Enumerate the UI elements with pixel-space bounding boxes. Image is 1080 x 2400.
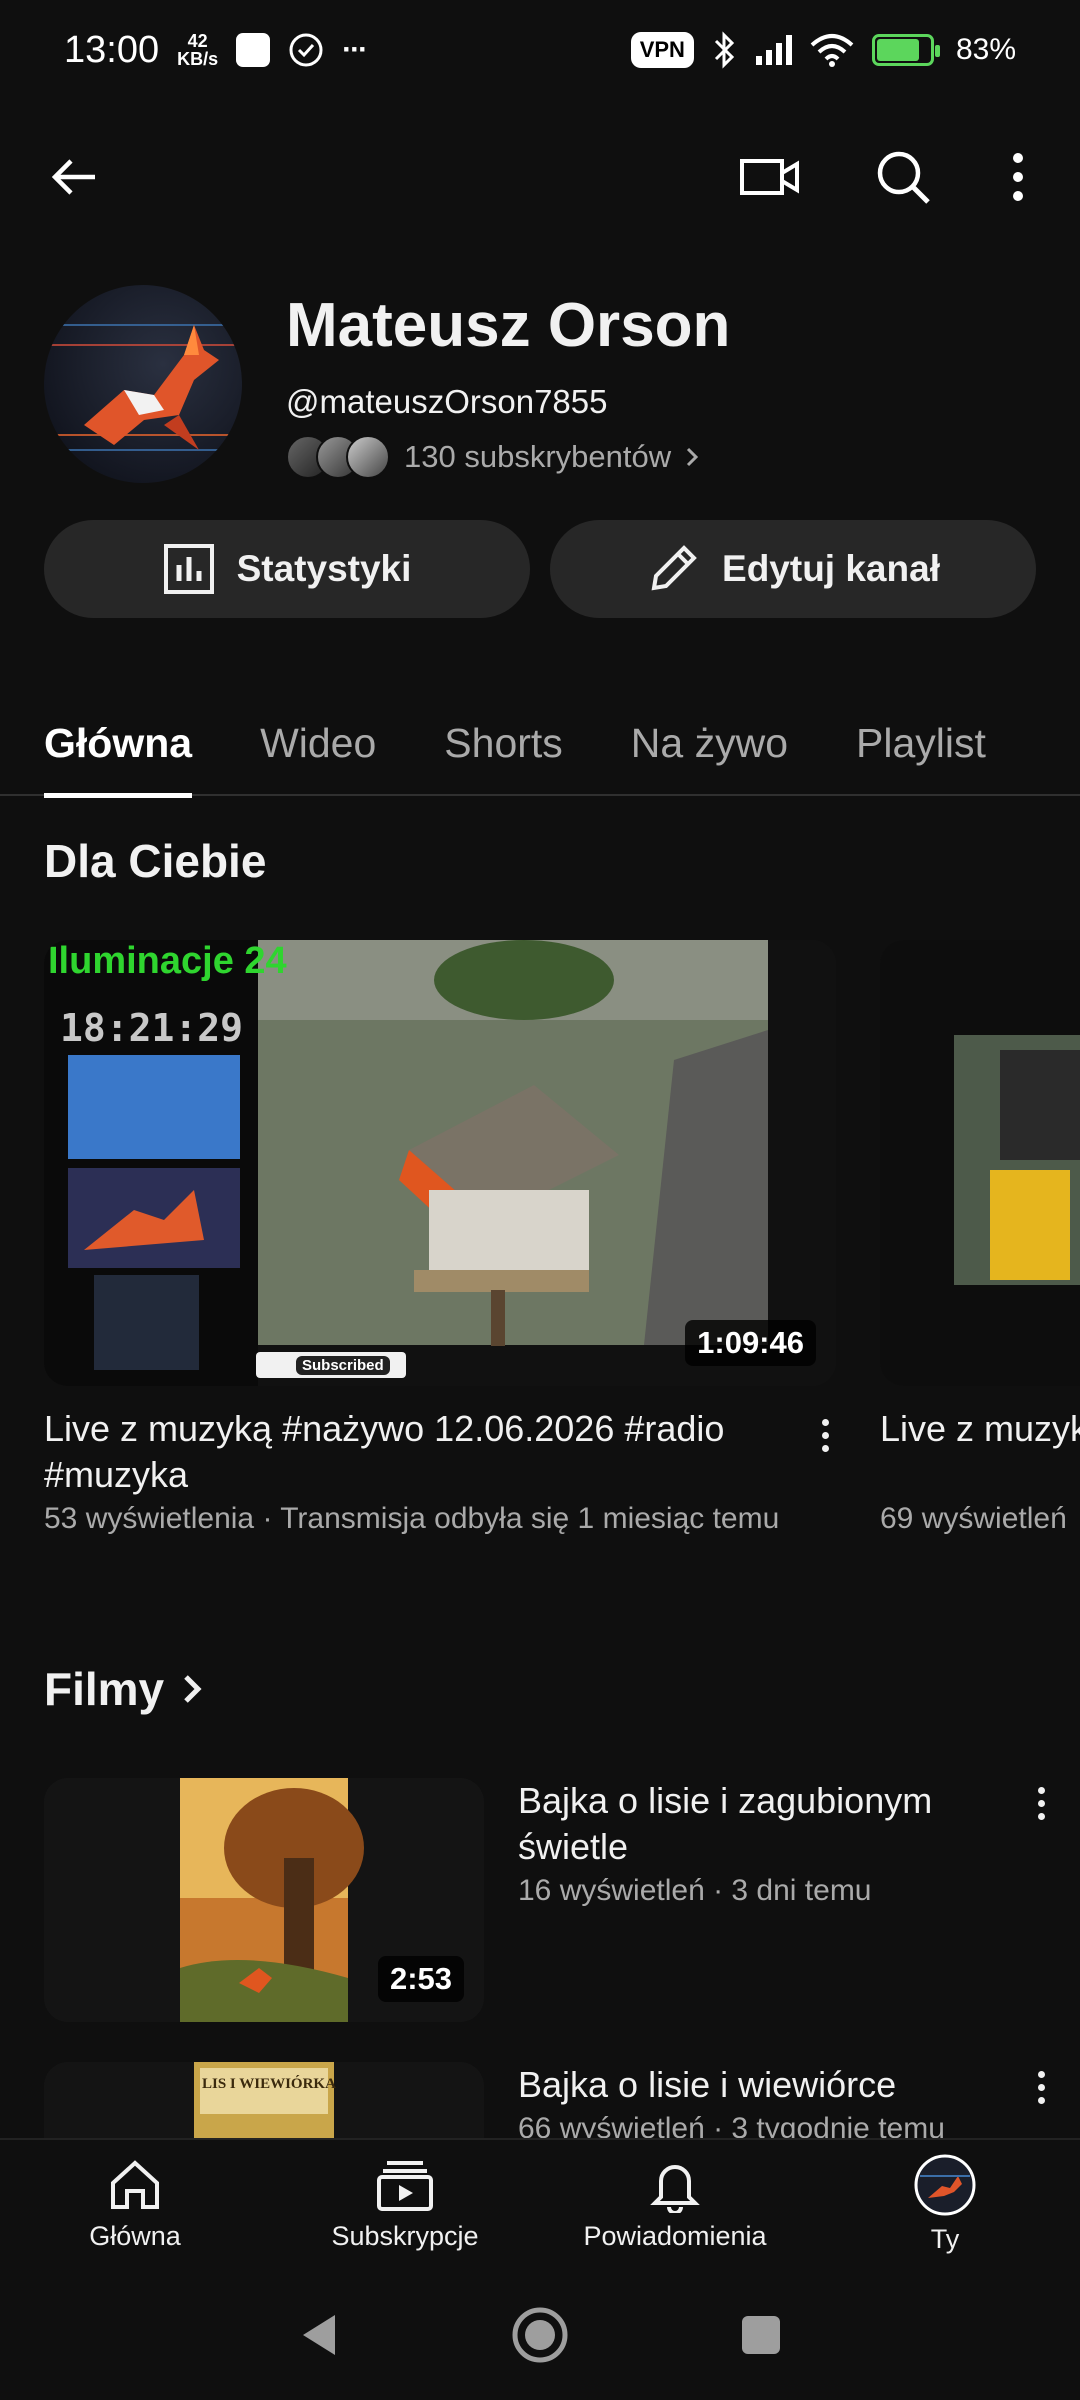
live-stream-thumbnail-image bbox=[880, 940, 1080, 1386]
bell-icon bbox=[650, 2164, 700, 2213]
tab-videos[interactable]: Wideo bbox=[260, 690, 376, 796]
status-bar: 13:00 42 KB/s ··· VPN 83% bbox=[0, 0, 1080, 100]
search-button[interactable] bbox=[863, 137, 943, 217]
nav-you-label: Ty bbox=[930, 2223, 960, 2254]
video-duration: 2:53 bbox=[377, 1956, 464, 2002]
thumb-clock-text: 18:21:29 bbox=[60, 1006, 244, 1050]
bar-chart-icon bbox=[163, 544, 214, 594]
nav-home[interactable]: Główna bbox=[0, 2140, 270, 2268]
signal-icon bbox=[755, 35, 792, 65]
search-icon bbox=[877, 151, 930, 204]
fox-squirrel-thumbnail-image bbox=[44, 2062, 484, 2138]
nav-home-label: Główna bbox=[89, 2220, 181, 2251]
video-title[interactable]: Live z muzyką #nażywo #radio #muzyka bbox=[880, 1406, 1080, 1452]
chevron-right-icon bbox=[184, 1675, 202, 1703]
battery-icon bbox=[871, 34, 940, 66]
nav-subscriptions-label: Subskrypcje bbox=[331, 2220, 479, 2251]
video-more-button[interactable] bbox=[1026, 1778, 1056, 1828]
for-you-heading: Dla Ciebie bbox=[44, 834, 266, 888]
video-card[interactable]: Live z muzyką #nażywo #radio #muzyka 69 … bbox=[880, 940, 1080, 1560]
thumb-brand-text: Iluminacje 24 bbox=[48, 940, 287, 982]
statistics-label: Statystyki bbox=[236, 548, 412, 589]
thumb-title-text: LIS I WIEWIÓRKA bbox=[202, 2076, 336, 2092]
net-speed-unit: KB/s bbox=[177, 49, 219, 69]
net-speed-value: 42 bbox=[187, 31, 208, 51]
channel-tabs: Główna Wideo Shorts Na żywo Playlist bbox=[0, 690, 1080, 798]
back-button[interactable] bbox=[35, 137, 115, 217]
bottom-navigation: Główna Subskrypcje Powiadomienia Ty bbox=[0, 2138, 1080, 2268]
battery-percent: 83% bbox=[955, 33, 1016, 66]
pencil-icon bbox=[651, 545, 697, 591]
cast-button[interactable] bbox=[730, 137, 810, 217]
notification-app-icon bbox=[236, 33, 271, 67]
video-duration: 1:09:46 bbox=[685, 1320, 816, 1366]
video-thumbnail[interactable]: LIS I WIEWIÓRKA bbox=[44, 2062, 484, 2138]
statistics-button[interactable]: Statystyki bbox=[44, 520, 530, 618]
tab-shorts[interactable]: Shorts bbox=[444, 690, 563, 796]
back-triangle-icon[interactable] bbox=[297, 2311, 341, 2359]
video-title[interactable]: Live z muzyką #nażywo 12.06.2026 #radio … bbox=[44, 1406, 774, 1498]
channel-header: Mateusz Orson @mateuszOrson7855 130 subs… bbox=[44, 285, 1044, 485]
network-speed: 42 KB/s bbox=[177, 32, 218, 68]
for-you-title: Dla Ciebie bbox=[44, 835, 267, 887]
nav-notifications[interactable]: Powiadomienia bbox=[540, 2140, 810, 2268]
video-thumbnail[interactable]: 2:53 bbox=[44, 1778, 484, 2022]
home-circle-icon[interactable] bbox=[511, 2306, 569, 2364]
films-title: Filmy bbox=[44, 1663, 165, 1715]
chevron-right-icon bbox=[687, 447, 699, 467]
bluetooth-icon bbox=[714, 31, 735, 69]
more-notifications-icon: ··· bbox=[342, 33, 368, 66]
video-meta: 66 wyświetleń · 3 tygodnie temu bbox=[518, 2112, 945, 2138]
top-app-bar bbox=[0, 130, 1080, 230]
wifi-icon bbox=[810, 34, 854, 67]
channel-avatar[interactable] bbox=[44, 285, 242, 483]
video-camera-icon bbox=[740, 159, 799, 195]
tab-live[interactable]: Na żywo bbox=[631, 690, 788, 796]
edit-channel-label: Edytuj kanał bbox=[722, 548, 940, 589]
subscriber-avatars bbox=[286, 435, 390, 479]
video-thumbnail[interactable]: Iluminacje 24 18:21:29 Subscribed 1:09:4… bbox=[44, 940, 836, 1386]
thumb-subscribed-text: Subscribed bbox=[296, 1356, 390, 1375]
subscriber-count: 130 subskrybentów bbox=[404, 439, 672, 474]
back-arrow-icon bbox=[51, 159, 95, 195]
recents-square-icon[interactable] bbox=[739, 2313, 783, 2357]
subscriber-avatar bbox=[346, 435, 390, 479]
check-circle-icon bbox=[289, 33, 323, 67]
tab-home[interactable]: Główna bbox=[44, 690, 193, 798]
video-thumbnail[interactable] bbox=[880, 940, 1080, 1386]
video-title[interactable]: Bajka o lisie i zagubionym świetle bbox=[518, 1778, 1018, 1870]
edit-channel-button[interactable]: Edytuj kanał bbox=[550, 520, 1036, 618]
video-more-button[interactable] bbox=[1026, 2062, 1056, 2112]
video-meta: 16 wyświetleń · 3 dni temu bbox=[518, 1874, 872, 1907]
system-navigation-bar bbox=[0, 2270, 1080, 2400]
nav-subscriptions[interactable]: Subskrypcje bbox=[270, 2140, 540, 2268]
films-heading[interactable]: Filmy bbox=[44, 1662, 206, 1716]
video-meta: 53 wyświetlenia · Transmisja odbyła się … bbox=[44, 1502, 780, 1535]
clock: 13:00 bbox=[64, 28, 160, 71]
home-icon bbox=[111, 2159, 159, 2209]
channel-name: Mateusz Orson bbox=[286, 291, 731, 360]
subscribers-row[interactable]: 130 subskrybentów bbox=[286, 435, 699, 479]
list-item[interactable]: 2:53 Bajka o lisie i zagubionym świetle … bbox=[44, 1778, 1080, 2022]
subscriptions-icon bbox=[377, 2160, 433, 2211]
list-item[interactable]: LIS I WIEWIÓRKA Bajka o lisie i wiewiórc… bbox=[44, 2062, 1080, 2138]
kebab-menu-icon bbox=[1013, 153, 1023, 201]
nav-notifications-label: Powiadomienia bbox=[583, 2220, 767, 2251]
video-title[interactable]: Bajka o lisie i wiewiórce bbox=[518, 2062, 1018, 2108]
nav-you[interactable]: Ty bbox=[810, 2140, 1080, 2268]
tab-playlists[interactable]: Playlist bbox=[856, 690, 986, 796]
video-card[interactable]: Iluminacje 24 18:21:29 Subscribed 1:09:4… bbox=[44, 940, 836, 1560]
fox-logo-image bbox=[44, 324, 242, 451]
video-more-button[interactable] bbox=[810, 1410, 840, 1460]
vpn-icon: VPN bbox=[630, 32, 694, 68]
more-options-button[interactable] bbox=[978, 137, 1058, 217]
channel-handle: @mateuszOrson7855 bbox=[286, 383, 608, 420]
video-meta: 69 wyświetleń bbox=[880, 1502, 1067, 1535]
profile-avatar-icon bbox=[914, 2154, 976, 2215]
